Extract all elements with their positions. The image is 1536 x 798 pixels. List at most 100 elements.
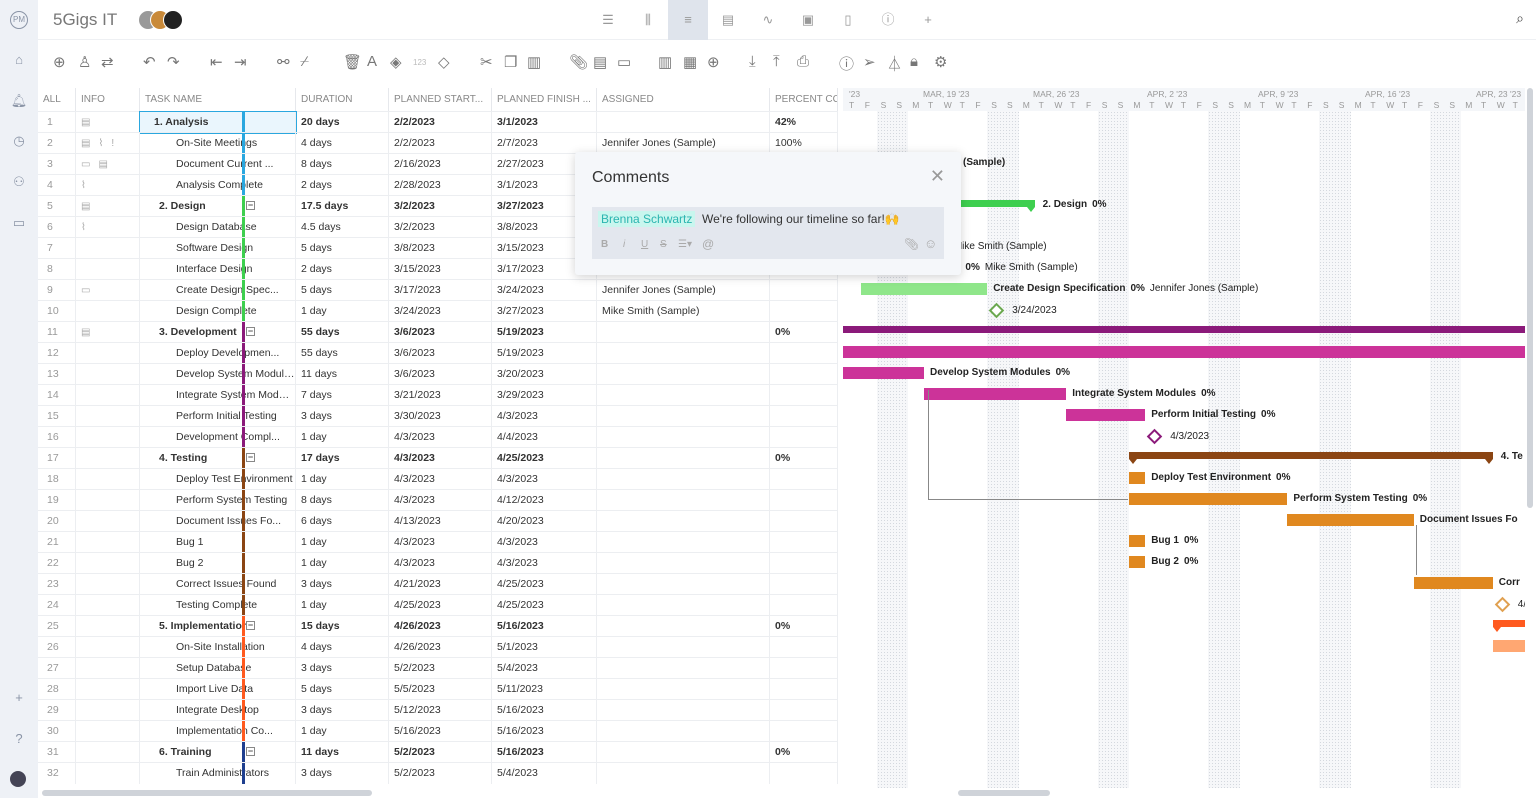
percent-complete-cell[interactable] bbox=[770, 511, 838, 532]
planned-finish-cell[interactable]: 3/24/2023 bbox=[492, 280, 597, 301]
clock-icon[interactable]: ◷ bbox=[0, 133, 38, 149]
planned-start-cell[interactable]: 4/26/2023 bbox=[389, 616, 492, 637]
planned-finish-cell[interactable]: 2/7/2023 bbox=[492, 133, 597, 154]
duration-cell[interactable]: 1 day bbox=[296, 721, 389, 742]
planned-finish-cell[interactable]: 5/4/2023 bbox=[492, 658, 597, 679]
sheet-icon[interactable]: ▤ bbox=[708, 0, 748, 40]
link-icon[interactable]: ⚯ bbox=[277, 53, 290, 71]
column-header[interactable]: ALL bbox=[38, 88, 76, 111]
assigned-cell[interactable] bbox=[597, 532, 770, 553]
assigned-cell[interactable]: Jennifer Jones (Sample) bbox=[597, 133, 770, 154]
attachment-icon[interactable]: ⌇ bbox=[81, 222, 86, 233]
duration-cell[interactable]: 5 days bbox=[296, 679, 389, 700]
board-icon[interactable]: ⫼ bbox=[628, 0, 668, 40]
assigned-cell[interactable] bbox=[597, 679, 770, 700]
duration-cell[interactable]: 3 days bbox=[296, 763, 389, 784]
calendar-icon[interactable]: ▣ bbox=[788, 0, 828, 40]
assigned-cell[interactable] bbox=[597, 112, 770, 133]
task-name-cell[interactable]: Document Issues Fo... bbox=[140, 511, 296, 532]
files-icon[interactable]: ▯ bbox=[828, 0, 868, 40]
redo-icon[interactable]: ↷ bbox=[167, 53, 180, 71]
table-row[interactable]: 27 Setup Database 3 days 5/2/2023 5/4/2023 bbox=[38, 657, 838, 679]
duration-cell[interactable]: 3 days bbox=[296, 658, 389, 679]
table-row[interactable]: 20 Document Issues Fo... 6 days 4/13/2023 4/… bbox=[38, 510, 838, 532]
gantt-bar[interactable] bbox=[1413, 577, 1493, 589]
assigned-cell[interactable] bbox=[597, 616, 770, 637]
milestone-diamond[interactable] bbox=[1146, 428, 1163, 445]
planned-finish-cell[interactable]: 5/16/2023 bbox=[492, 742, 597, 763]
duration-cell[interactable]: 4.5 days bbox=[296, 217, 389, 238]
table-row[interactable]: 22 Bug 21 day 4/3/2023 4/3/2023 bbox=[38, 552, 838, 574]
assigned-cell[interactable] bbox=[597, 574, 770, 595]
gantt-bar[interactable] bbox=[1492, 640, 1525, 652]
task-name-cell[interactable]: Deploy Test Environment bbox=[140, 469, 296, 490]
gantt-bar[interactable] bbox=[1129, 472, 1146, 484]
planned-finish-cell[interactable]: 5/4/2023 bbox=[492, 763, 597, 784]
collapse-toggle[interactable]: − bbox=[246, 201, 255, 210]
vertical-scrollbar[interactable] bbox=[1527, 88, 1533, 508]
duration-cell[interactable]: 2 days bbox=[296, 259, 389, 280]
planned-finish-cell[interactable]: 3/20/2023 bbox=[492, 364, 597, 385]
task-name-cell[interactable]: Develop System Modules bbox=[140, 364, 296, 385]
task-name-cell[interactable]: Integrate Desktop bbox=[140, 700, 296, 721]
summary-bar[interactable] bbox=[843, 326, 1525, 333]
task-name-cell[interactable]: Create Design Spec... bbox=[140, 280, 296, 301]
settings-icon[interactable]: ⚙ bbox=[934, 53, 947, 71]
planned-start-cell[interactable]: 4/3/2023 bbox=[389, 469, 492, 490]
planned-finish-cell[interactable]: 5/16/2023 bbox=[492, 616, 597, 637]
percent-complete-cell[interactable]: 0% bbox=[770, 742, 838, 763]
columns-icon[interactable]: ▥ bbox=[658, 53, 672, 71]
duration-cell[interactable]: 3 days bbox=[296, 406, 389, 427]
task-name-cell[interactable]: − 4. Testing bbox=[140, 448, 296, 469]
planned-start-cell[interactable]: 4/3/2023 bbox=[389, 553, 492, 574]
repeat-icon[interactable]: ⇄ bbox=[101, 53, 114, 71]
add-task-icon[interactable]: ⊕ bbox=[53, 53, 66, 71]
duration-cell[interactable]: 55 days bbox=[296, 322, 389, 343]
duration-cell[interactable]: 1 day bbox=[296, 301, 389, 322]
percent-complete-cell[interactable] bbox=[770, 406, 838, 427]
briefcase-icon[interactable]: ▭ bbox=[0, 215, 38, 231]
help-icon[interactable]: ? bbox=[0, 731, 38, 746]
planned-finish-cell[interactable]: 5/11/2023 bbox=[492, 679, 597, 700]
task-name-cell[interactable]: Bug 1 bbox=[140, 532, 296, 553]
task-name-cell[interactable]: Deploy Developmen... bbox=[140, 343, 296, 364]
planned-finish-cell[interactable]: 4/25/2023 bbox=[492, 574, 597, 595]
duration-cell[interactable]: 1 day bbox=[296, 553, 389, 574]
table-row[interactable]: 18 Deploy Test Environment 1 day 4/3/2023 4/… bbox=[38, 468, 838, 490]
duration-cell[interactable]: 1 day bbox=[296, 469, 389, 490]
gantt-bar[interactable] bbox=[1287, 514, 1414, 526]
duration-cell[interactable]: 1 day bbox=[296, 532, 389, 553]
percent-complete-cell[interactable] bbox=[770, 763, 838, 784]
filter-icon[interactable]: ⏃ bbox=[887, 53, 902, 74]
duration-cell[interactable]: 6 days bbox=[296, 511, 389, 532]
planned-start-cell[interactable]: 3/21/2023 bbox=[389, 385, 492, 406]
planned-finish-cell[interactable]: 5/1/2023 bbox=[492, 637, 597, 658]
assigned-cell[interactable] bbox=[597, 658, 770, 679]
planned-start-cell[interactable]: 3/2/2023 bbox=[389, 217, 492, 238]
planned-start-cell[interactable]: 2/2/2023 bbox=[389, 133, 492, 154]
gantt-bar[interactable] bbox=[1066, 409, 1146, 421]
table-row[interactable]: 19 Perform System Testing 8 days 4/3/2023 4/… bbox=[38, 489, 838, 511]
planned-start-cell[interactable]: 4/3/2023 bbox=[389, 427, 492, 448]
table-row[interactable]: 32 Train Administrators 3 days 5/2/2023 5/4/… bbox=[38, 762, 838, 784]
task-name-cell[interactable]: Analysis Complete bbox=[140, 175, 296, 196]
duration-cell[interactable]: 3 days bbox=[296, 700, 389, 721]
gantt-bar[interactable] bbox=[924, 388, 1067, 400]
export-icon[interactable]: ⤒ bbox=[773, 53, 780, 70]
attach-icon[interactable]: 📎︎ bbox=[569, 53, 588, 71]
planned-finish-cell[interactable]: 4/20/2023 bbox=[492, 511, 597, 532]
assigned-cell[interactable] bbox=[597, 511, 770, 532]
percent-complete-cell[interactable] bbox=[770, 679, 838, 700]
numbering-icon[interactable]: 123 bbox=[413, 58, 426, 67]
comment-editor[interactable]: Brenna Schwartz We're following our time… bbox=[592, 207, 944, 259]
gantt-icon[interactable]: ≡ bbox=[668, 0, 708, 40]
task-name-cell[interactable]: Train Administrators bbox=[140, 763, 296, 784]
collapse-toggle[interactable]: − bbox=[246, 747, 255, 756]
column-header[interactable]: PERCENT CC bbox=[770, 88, 838, 111]
gantt-bar[interactable] bbox=[860, 283, 988, 295]
percent-complete-cell[interactable] bbox=[770, 532, 838, 553]
table-row[interactable]: 26 On-Site Installation 4 days 4/26/2023 5/1… bbox=[38, 636, 838, 658]
table-row[interactable]: 10 Design Complete 1 day 3/24/2023 3/27/2023… bbox=[38, 300, 838, 322]
add-view-icon[interactable]: + bbox=[908, 0, 948, 40]
planned-start-cell[interactable]: 4/13/2023 bbox=[389, 511, 492, 532]
